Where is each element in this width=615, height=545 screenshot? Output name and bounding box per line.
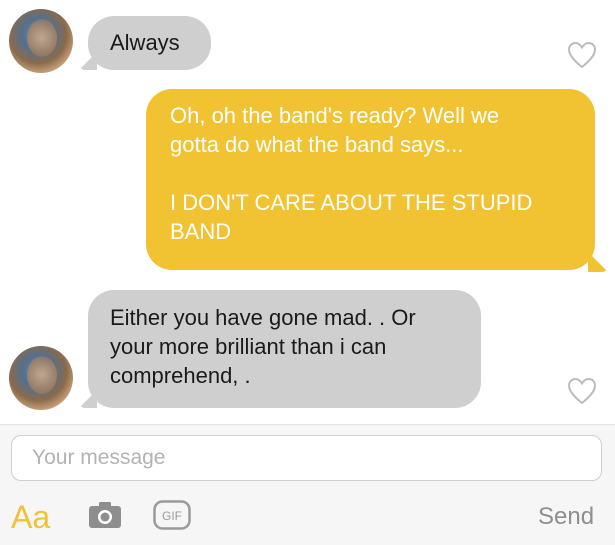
gif-label: GIF	[162, 509, 182, 523]
message-line: your more brilliant than i can	[110, 334, 387, 359]
outgoing-message-bubble[interactable]: Oh, oh the band's ready? Well we gotta d…	[146, 89, 595, 270]
heart-outline-icon[interactable]	[567, 377, 597, 405]
message-line: Either you have gone mad. . Or	[110, 305, 416, 330]
message-line: gotta do what the band says...	[170, 132, 464, 157]
incoming-message-bubble[interactable]: Either you have gone mad. . Or your more…	[88, 290, 481, 408]
message-line	[170, 159, 595, 188]
message-line: I DON'T CARE ABOUT THE STUPID	[170, 190, 533, 215]
text-format-button[interactable]: Aa	[11, 497, 50, 537]
message-line: Oh, oh the band's ready? Well we	[170, 103, 500, 128]
incoming-message-bubble[interactable]: Always	[88, 16, 211, 70]
gif-icon[interactable]: GIF	[153, 500, 191, 530]
camera-icon[interactable]	[88, 501, 122, 529]
message-thread: Always Oh, oh the band's ready? Well we …	[0, 0, 615, 424]
message-text: Always	[110, 30, 180, 55]
message-input[interactable]: Your message	[11, 435, 602, 481]
message-line: comprehend, .	[110, 363, 251, 388]
message-input-placeholder: Your message	[32, 446, 166, 469]
sender-avatar[interactable]	[9, 9, 73, 73]
message-composer: Your message Aa GIF Send	[0, 424, 615, 545]
message-line: BAND	[170, 219, 232, 244]
heart-outline-icon[interactable]	[567, 41, 597, 69]
send-button[interactable]: Send	[538, 501, 594, 533]
bubble-tail	[588, 252, 608, 272]
sender-avatar[interactable]	[9, 346, 73, 410]
